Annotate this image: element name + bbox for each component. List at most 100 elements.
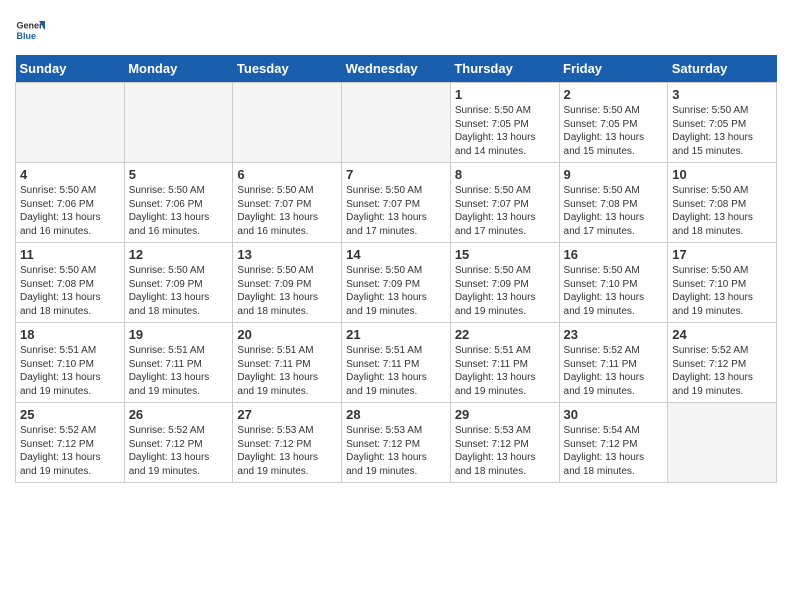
day-info: Sunrise: 5:51 AM Sunset: 7:10 PM Dayligh…: [20, 344, 120, 398]
calendar-cell: 12 Sunrise: 5:50 AM Sunset: 7:09 PM Dayl…: [124, 243, 233, 323]
day-number: 2: [564, 87, 664, 102]
day-info: Sunrise: 5:50 AM Sunset: 7:07 PM Dayligh…: [237, 184, 337, 238]
day-info: Sunrise: 5:50 AM Sunset: 7:08 PM Dayligh…: [20, 264, 120, 318]
day-number: 26: [129, 407, 229, 422]
calendar-cell: [342, 83, 451, 163]
svg-text:Blue: Blue: [17, 31, 37, 41]
calendar-cell: 10 Sunrise: 5:50 AM Sunset: 7:08 PM Dayl…: [668, 163, 777, 243]
calendar-cell: 24 Sunrise: 5:52 AM Sunset: 7:12 PM Dayl…: [668, 323, 777, 403]
day-number: 8: [455, 167, 555, 182]
calendar-cell: 20 Sunrise: 5:51 AM Sunset: 7:11 PM Dayl…: [233, 323, 342, 403]
calendar-cell: 25 Sunrise: 5:52 AM Sunset: 7:12 PM Dayl…: [16, 403, 125, 483]
day-info: Sunrise: 5:51 AM Sunset: 7:11 PM Dayligh…: [455, 344, 555, 398]
day-info: Sunrise: 5:52 AM Sunset: 7:12 PM Dayligh…: [129, 424, 229, 478]
day-number: 25: [20, 407, 120, 422]
calendar-cell: 1 Sunrise: 5:50 AM Sunset: 7:05 PM Dayli…: [450, 83, 559, 163]
day-info: Sunrise: 5:50 AM Sunset: 7:10 PM Dayligh…: [672, 264, 772, 318]
calendar-cell: 5 Sunrise: 5:50 AM Sunset: 7:06 PM Dayli…: [124, 163, 233, 243]
day-header-monday: Monday: [124, 55, 233, 83]
calendar-cell: 26 Sunrise: 5:52 AM Sunset: 7:12 PM Dayl…: [124, 403, 233, 483]
day-info: Sunrise: 5:52 AM Sunset: 7:12 PM Dayligh…: [672, 344, 772, 398]
calendar-cell: 13 Sunrise: 5:50 AM Sunset: 7:09 PM Dayl…: [233, 243, 342, 323]
day-info: Sunrise: 5:50 AM Sunset: 7:05 PM Dayligh…: [672, 104, 772, 158]
day-info: Sunrise: 5:50 AM Sunset: 7:07 PM Dayligh…: [455, 184, 555, 238]
day-number: 14: [346, 247, 446, 262]
calendar-cell: [668, 403, 777, 483]
calendar-cell: 7 Sunrise: 5:50 AM Sunset: 7:07 PM Dayli…: [342, 163, 451, 243]
day-header-thursday: Thursday: [450, 55, 559, 83]
day-number: 21: [346, 327, 446, 342]
week-row-4: 25 Sunrise: 5:52 AM Sunset: 7:12 PM Dayl…: [16, 403, 777, 483]
week-row-0: 1 Sunrise: 5:50 AM Sunset: 7:05 PM Dayli…: [16, 83, 777, 163]
day-info: Sunrise: 5:50 AM Sunset: 7:06 PM Dayligh…: [129, 184, 229, 238]
calendar-cell: 23 Sunrise: 5:52 AM Sunset: 7:11 PM Dayl…: [559, 323, 668, 403]
calendar-cell: 30 Sunrise: 5:54 AM Sunset: 7:12 PM Dayl…: [559, 403, 668, 483]
day-info: Sunrise: 5:50 AM Sunset: 7:09 PM Dayligh…: [346, 264, 446, 318]
day-info: Sunrise: 5:50 AM Sunset: 7:05 PM Dayligh…: [564, 104, 664, 158]
day-number: 29: [455, 407, 555, 422]
day-info: Sunrise: 5:50 AM Sunset: 7:08 PM Dayligh…: [564, 184, 664, 238]
day-number: 3: [672, 87, 772, 102]
day-info: Sunrise: 5:54 AM Sunset: 7:12 PM Dayligh…: [564, 424, 664, 478]
calendar-cell: 3 Sunrise: 5:50 AM Sunset: 7:05 PM Dayli…: [668, 83, 777, 163]
day-info: Sunrise: 5:50 AM Sunset: 7:09 PM Dayligh…: [455, 264, 555, 318]
week-row-3: 18 Sunrise: 5:51 AM Sunset: 7:10 PM Dayl…: [16, 323, 777, 403]
day-info: Sunrise: 5:53 AM Sunset: 7:12 PM Dayligh…: [346, 424, 446, 478]
week-row-2: 11 Sunrise: 5:50 AM Sunset: 7:08 PM Dayl…: [16, 243, 777, 323]
calendar-cell: 4 Sunrise: 5:50 AM Sunset: 7:06 PM Dayli…: [16, 163, 125, 243]
day-header-friday: Friday: [559, 55, 668, 83]
calendar-cell: 28 Sunrise: 5:53 AM Sunset: 7:12 PM Dayl…: [342, 403, 451, 483]
day-info: Sunrise: 5:53 AM Sunset: 7:12 PM Dayligh…: [455, 424, 555, 478]
day-info: Sunrise: 5:51 AM Sunset: 7:11 PM Dayligh…: [129, 344, 229, 398]
day-header-wednesday: Wednesday: [342, 55, 451, 83]
day-number: 23: [564, 327, 664, 342]
calendar-cell: 15 Sunrise: 5:50 AM Sunset: 7:09 PM Dayl…: [450, 243, 559, 323]
day-number: 22: [455, 327, 555, 342]
calendar-cell: 27 Sunrise: 5:53 AM Sunset: 7:12 PM Dayl…: [233, 403, 342, 483]
day-number: 15: [455, 247, 555, 262]
calendar-cell: 18 Sunrise: 5:51 AM Sunset: 7:10 PM Dayl…: [16, 323, 125, 403]
day-number: 4: [20, 167, 120, 182]
days-header-row: SundayMondayTuesdayWednesdayThursdayFrid…: [16, 55, 777, 83]
day-number: 18: [20, 327, 120, 342]
day-info: Sunrise: 5:50 AM Sunset: 7:06 PM Dayligh…: [20, 184, 120, 238]
day-number: 30: [564, 407, 664, 422]
calendar-cell: 17 Sunrise: 5:50 AM Sunset: 7:10 PM Dayl…: [668, 243, 777, 323]
calendar-cell: [16, 83, 125, 163]
day-info: Sunrise: 5:50 AM Sunset: 7:07 PM Dayligh…: [346, 184, 446, 238]
day-number: 19: [129, 327, 229, 342]
day-info: Sunrise: 5:52 AM Sunset: 7:12 PM Dayligh…: [20, 424, 120, 478]
day-number: 20: [237, 327, 337, 342]
day-number: 12: [129, 247, 229, 262]
day-info: Sunrise: 5:51 AM Sunset: 7:11 PM Dayligh…: [346, 344, 446, 398]
day-info: Sunrise: 5:50 AM Sunset: 7:10 PM Dayligh…: [564, 264, 664, 318]
day-number: 28: [346, 407, 446, 422]
calendar-cell: 9 Sunrise: 5:50 AM Sunset: 7:08 PM Dayli…: [559, 163, 668, 243]
day-number: 6: [237, 167, 337, 182]
calendar-cell: 14 Sunrise: 5:50 AM Sunset: 7:09 PM Dayl…: [342, 243, 451, 323]
day-info: Sunrise: 5:53 AM Sunset: 7:12 PM Dayligh…: [237, 424, 337, 478]
calendar-cell: 6 Sunrise: 5:50 AM Sunset: 7:07 PM Dayli…: [233, 163, 342, 243]
day-number: 16: [564, 247, 664, 262]
day-info: Sunrise: 5:52 AM Sunset: 7:11 PM Dayligh…: [564, 344, 664, 398]
header: General Blue: [15, 15, 777, 45]
calendar-cell: 16 Sunrise: 5:50 AM Sunset: 7:10 PM Dayl…: [559, 243, 668, 323]
day-number: 9: [564, 167, 664, 182]
calendar-cell: 2 Sunrise: 5:50 AM Sunset: 7:05 PM Dayli…: [559, 83, 668, 163]
day-info: Sunrise: 5:50 AM Sunset: 7:09 PM Dayligh…: [237, 264, 337, 318]
day-number: 1: [455, 87, 555, 102]
day-info: Sunrise: 5:51 AM Sunset: 7:11 PM Dayligh…: [237, 344, 337, 398]
day-number: 13: [237, 247, 337, 262]
day-number: 24: [672, 327, 772, 342]
day-info: Sunrise: 5:50 AM Sunset: 7:08 PM Dayligh…: [672, 184, 772, 238]
day-number: 7: [346, 167, 446, 182]
calendar-cell: 8 Sunrise: 5:50 AM Sunset: 7:07 PM Dayli…: [450, 163, 559, 243]
day-info: Sunrise: 5:50 AM Sunset: 7:09 PM Dayligh…: [129, 264, 229, 318]
calendar-cell: 11 Sunrise: 5:50 AM Sunset: 7:08 PM Dayl…: [16, 243, 125, 323]
calendar-cell: 22 Sunrise: 5:51 AM Sunset: 7:11 PM Dayl…: [450, 323, 559, 403]
logo-icon: General Blue: [15, 15, 45, 45]
calendar-cell: 29 Sunrise: 5:53 AM Sunset: 7:12 PM Dayl…: [450, 403, 559, 483]
week-row-1: 4 Sunrise: 5:50 AM Sunset: 7:06 PM Dayli…: [16, 163, 777, 243]
day-number: 17: [672, 247, 772, 262]
day-header-tuesday: Tuesday: [233, 55, 342, 83]
